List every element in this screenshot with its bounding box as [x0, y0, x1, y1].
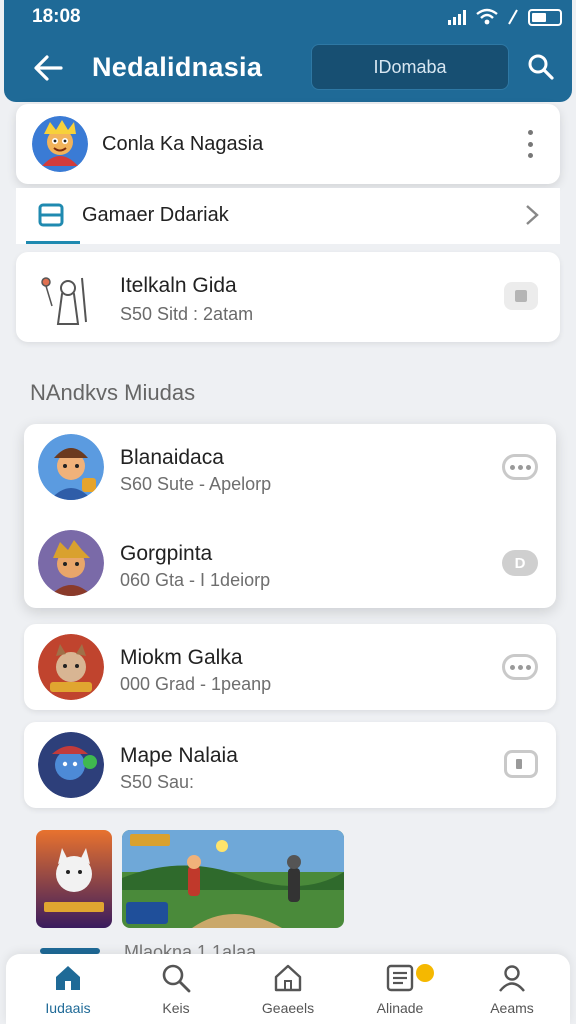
avatar [38, 634, 104, 700]
nav-profile[interactable]: Aeams [462, 962, 562, 1020]
item-subtitle: 000 Grad - 1peanp [120, 674, 272, 694]
nav-label: Aeams [490, 1000, 534, 1016]
signal-icon [448, 9, 466, 25]
status-icons [448, 8, 562, 26]
wifi-icon [476, 8, 498, 25]
house-outline-icon [274, 964, 302, 992]
square-icon [515, 290, 527, 302]
item-subtitle: S60 Sute - Apelorp [120, 474, 272, 494]
search-icon [528, 54, 554, 80]
battery-icon [528, 8, 562, 26]
action-button[interactable]: D [502, 550, 538, 576]
app-header: 18:08 Nedalidnasia IDomaba [4, 0, 572, 102]
avatar [32, 116, 88, 172]
more-options-icon[interactable] [526, 130, 534, 158]
list-item[interactable]: Mape Nalaia S50 Sau: [24, 722, 556, 808]
status-time: 18:08 [32, 6, 81, 27]
nav-label: Keis [162, 1000, 190, 1016]
list-icon [386, 964, 414, 992]
search-icon [162, 964, 191, 993]
section-label: Gamaer Ddariak [82, 204, 229, 226]
notification-badge [416, 964, 434, 982]
section-header: NAndkvs Miudas [30, 380, 196, 405]
square-button[interactable] [504, 282, 538, 310]
section-row[interactable]: Gamaer Ddariak [16, 188, 560, 244]
item-title: Blanaidaca [120, 446, 224, 469]
chevron-right-icon [526, 205, 539, 225]
item-title: Mape Nalaia [120, 744, 238, 767]
page-title: Nedalidnasia [92, 52, 263, 82]
list-item[interactable]: Gorgpinta 060 Gta - I 1deiorp D [24, 520, 556, 612]
more-button[interactable] [502, 454, 538, 480]
status-bar: 18:08 [32, 6, 562, 28]
featured-title: Itelkaln Gida [120, 274, 237, 297]
back-button[interactable] [28, 48, 68, 88]
domain-input[interactable]: IDomaba [311, 44, 509, 90]
profile-name: Conla Ka Nagasia [102, 133, 264, 155]
action-letter: D [514, 554, 526, 572]
active-indicator [26, 241, 80, 244]
more-button[interactable] [502, 654, 538, 680]
search-button[interactable] [520, 46, 562, 88]
toggle-button[interactable] [504, 750, 538, 778]
thumbnail[interactable] [36, 830, 112, 928]
nav-label: Alinade [376, 1000, 424, 1016]
item-subtitle: 060 Gta - I 1deiorp [120, 570, 271, 590]
avatar [38, 530, 104, 596]
nav-label: Iudaais [45, 1000, 91, 1016]
item-title: Gorgpinta [120, 542, 213, 565]
profile-card[interactable]: Conla Ka Nagasia [16, 104, 560, 184]
featured-subtitle: S50 Sitd : 2atam [120, 304, 254, 324]
nav-home[interactable]: Iudaais [18, 962, 118, 1020]
item-title: Miokm Galka [120, 646, 243, 669]
avatar [38, 732, 104, 798]
character-sketch-icon [41, 277, 87, 325]
avatar [38, 434, 104, 500]
list-item[interactable]: Miokm Galka 000 Grad - 1peanp [24, 624, 556, 710]
nav-games[interactable]: Geaeels [238, 962, 338, 1020]
no-data-icon [508, 9, 518, 25]
panel-icon [38, 203, 64, 227]
featured-card[interactable]: Itelkaln Gida S50 Sitd : 2atam [16, 252, 560, 342]
nav-activity[interactable]: Alinade [350, 962, 450, 1020]
list-item[interactable]: Blanaidaca S60 Sute - Apelorp [24, 424, 556, 516]
home-icon [56, 966, 80, 990]
nav-label: Geaeels [261, 1000, 315, 1016]
item-subtitle: S50 Sau: [120, 772, 195, 792]
thumbnail[interactable] [122, 830, 344, 928]
bottom-nav: Iudaais Keis Geaeels Alinade Aeams [6, 954, 570, 1024]
profile-icon [499, 965, 525, 992]
arrow-left-icon [34, 55, 63, 81]
toggle-icon [516, 759, 522, 769]
list-group: Blanaidaca S60 Sute - Apelorp Gorgpinta … [24, 424, 556, 608]
nav-search[interactable]: Keis [126, 962, 226, 1020]
